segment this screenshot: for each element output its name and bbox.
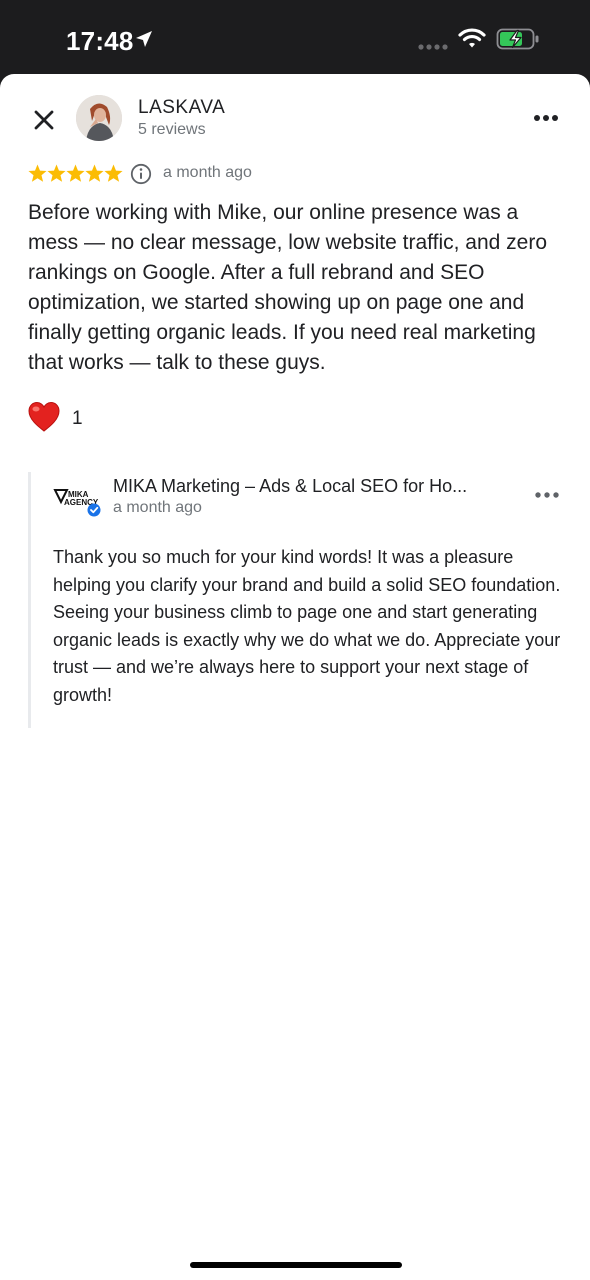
review-sheet: LASKAVA 5 reviews a month ago Before wor… bbox=[0, 74, 590, 1280]
close-button[interactable] bbox=[28, 104, 60, 136]
owner-name[interactable]: MIKA Marketing – Ads & Local SEO for Ho.… bbox=[113, 476, 513, 497]
star-icon bbox=[104, 164, 123, 182]
wifi-icon bbox=[458, 28, 486, 48]
star-icon bbox=[28, 164, 47, 182]
avatar[interactable] bbox=[76, 95, 122, 141]
owner-reply-time: a month ago bbox=[113, 499, 202, 516]
signal-dots-icon bbox=[418, 44, 448, 50]
reply-more-options-button[interactable] bbox=[533, 489, 561, 501]
battery-charging-icon bbox=[496, 28, 539, 50]
info-icon[interactable] bbox=[130, 163, 152, 185]
more-options-button[interactable] bbox=[530, 106, 562, 130]
star-icon bbox=[66, 164, 85, 182]
home-indicator[interactable] bbox=[190, 1262, 402, 1268]
owner-logo[interactable]: MIKA AGENCY bbox=[53, 486, 105, 520]
owner-reply-text: Thank you so much for your kind words! I… bbox=[53, 547, 561, 705]
reviewer-name[interactable]: LASKAVA bbox=[138, 97, 225, 119]
verified-badge-icon bbox=[87, 503, 101, 517]
status-time: 17:48 bbox=[66, 26, 134, 56]
reaction-count: 1 bbox=[72, 408, 83, 429]
star-icon bbox=[85, 164, 104, 182]
star-icon bbox=[47, 164, 66, 182]
review-time: a month ago bbox=[163, 164, 252, 181]
owner-reply: MIKA AGENCY MIKA Marketing – Ads & Local… bbox=[28, 472, 565, 728]
star-rating bbox=[28, 164, 123, 182]
review-text: Before working with Mike, our online pre… bbox=[28, 201, 548, 374]
status-bar: 17:48 bbox=[0, 0, 590, 74]
reviewer-review-count: 5 reviews bbox=[138, 121, 206, 138]
heart-icon[interactable] bbox=[26, 400, 62, 434]
location-arrow-icon bbox=[136, 31, 152, 47]
avatar-photo bbox=[76, 95, 122, 141]
